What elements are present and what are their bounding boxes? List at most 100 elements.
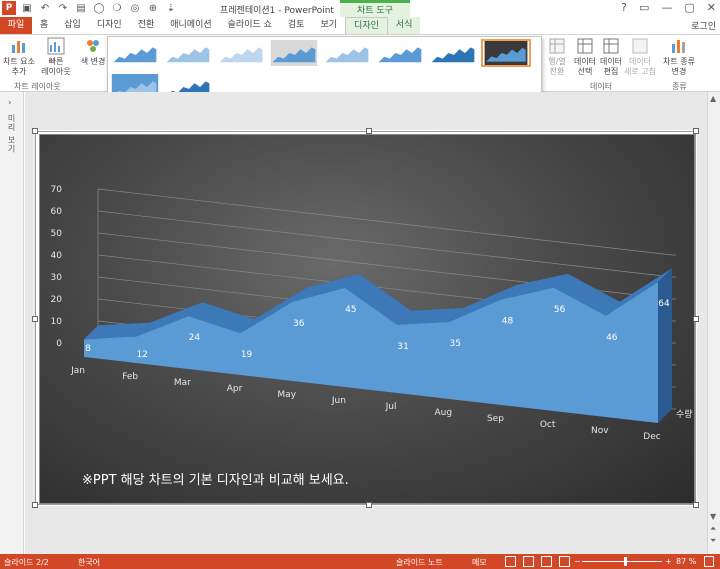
tab-chart-format[interactable]: 서식 [387,17,421,34]
resize-handle-t[interactable] [366,128,372,134]
type-group-label: 종류 [672,82,687,91]
resize-handle-tr[interactable] [693,128,699,134]
quick-layout-icon [47,37,65,55]
resize-handle-b[interactable] [366,502,372,508]
tab-view[interactable]: 보기 [312,17,345,34]
thumbnail-pane-collapsed: › 미리 보기 [0,92,24,554]
chart-selection-frame [35,131,696,505]
reading-view-icon[interactable] [541,556,552,567]
save-icon[interactable]: ▣ [20,1,34,15]
switch-row-column-icon [549,38,565,54]
switch-row-column-label: 행/열 전환 [548,57,566,76]
chart-style-thumb-4[interactable] [269,39,319,67]
comments-button[interactable]: 메모 [472,557,487,568]
chart-style-thumb-5[interactable] [322,39,372,67]
refresh-data-button[interactable]: 데이터 새로 고침 [624,37,656,77]
shape-icon[interactable]: ◯ [92,1,106,15]
customize-qat-icon[interactable]: ⇣ [164,1,178,15]
tab-chart-design[interactable]: 디자인 [345,17,388,34]
tab-file[interactable]: 파일 [0,17,32,34]
slide-sorter-view-icon[interactable] [523,556,534,567]
change-colors-label: 색 변경 [80,57,106,66]
shapes-group-icon[interactable]: ❍ [110,1,124,15]
normal-view-icon[interactable] [505,556,516,567]
tab-home[interactable]: 홈 [32,17,56,34]
refresh-data-icon [632,38,648,54]
change-chart-type-icon [672,40,685,53]
redo-icon[interactable]: ↷ [56,1,70,15]
tab-animations[interactable]: 애니메이션 [162,17,219,34]
maximize-icon[interactable]: ▢ [684,1,694,14]
window-title: 프레젠테이션1 - PowerPoint [220,6,334,16]
resize-handle-l[interactable] [32,316,38,322]
powerpoint-logo-icon: P [2,1,16,15]
palette-icon [87,40,99,52]
chart-style-thumb-1[interactable] [110,39,160,67]
zoom-out-icon[interactable]: − [574,557,581,566]
add-chart-element-label: 차트 요소 추가 [3,57,35,76]
chart-style-thumb-2[interactable] [163,39,213,67]
quick-layout-button[interactable]: 빠른 레이아웃 [38,37,74,77]
ribbon-display-icon[interactable]: ▭ [639,1,649,14]
select-data-icon [577,38,593,54]
vertical-scrollbar[interactable]: ▲ ▼ ⏶ ⏷ [707,92,720,554]
change-chart-type-button[interactable]: 차트 종류 변경 [662,37,696,77]
scroll-up-icon[interactable]: ▲ [710,94,716,103]
shapes-icon[interactable]: ◎ [128,1,142,15]
chart-layouts-group-label: 차트 레이아웃 [14,82,61,91]
status-bar: 슬라이드 2/2 한국어 슬라이드 노트 메모 − + 87 % [0,554,720,569]
change-colors-button[interactable]: 색 변경 [78,37,108,67]
select-data-button[interactable]: 데이터 선택 [572,37,598,77]
zoom-in-icon[interactable]: + [665,557,672,566]
window-controls: ? ▭ — ▢ ✕ [621,1,716,14]
tab-transitions[interactable]: 전환 [130,17,163,34]
undo-icon[interactable]: ↶ [38,1,52,15]
chart-style-thumb-8-selected[interactable] [481,39,531,67]
chart-tools-context-header: 차트 도구 [340,0,410,17]
edit-data-icon [603,38,619,54]
resize-handle-tl[interactable] [32,128,38,134]
fit-to-window-icon[interactable] [704,556,714,567]
add-chart-element-icon [12,41,25,53]
next-slide-icon[interactable]: ⏷ [710,536,716,546]
login-link[interactable]: 로그인 [691,19,716,32]
zoom-level[interactable]: 87 % [676,557,696,566]
change-chart-type-label: 차트 종류 변경 [663,57,695,76]
edit-data-button[interactable]: 데이터 편집 [598,37,624,77]
data-group-label: 데이터 [590,82,613,91]
switch-row-column-button[interactable]: 행/열 전환 [544,37,570,77]
quick-access-toolbar: P ▣ ↶ ↷ ▤ ◯ ❍ ◎ ⊕ ⇣ [2,1,178,15]
add-chart-element-button[interactable]: 차트 요소 추가 [2,37,36,77]
chart-style-thumb-6[interactable] [375,39,425,67]
ribbon-tabs: 파일 홈 삽입 디자인 전환 애니메이션 슬라이드 쇼 검토 보기 디자인 서식 [0,17,720,34]
tab-review[interactable]: 검토 [280,17,313,34]
resize-handle-br[interactable] [693,502,699,508]
tab-insert[interactable]: 삽입 [56,17,89,34]
resize-handle-r[interactable] [693,316,699,322]
chart-style-thumb-7[interactable] [428,39,478,67]
title-bar: P ▣ ↶ ↷ ▤ ◯ ❍ ◎ ⊕ ⇣ 프레젠테이션1 - PowerPoint… [0,0,720,17]
edit-data-label: 데이터 편집 [599,57,623,76]
zoom-slider-thumb[interactable] [624,557,627,566]
slide-counter: 슬라이드 2/2 [4,558,49,567]
language-indicator[interactable]: 한국어 [78,557,100,568]
scroll-down-icon[interactable]: ▼ [710,512,716,521]
previous-slide-icon[interactable]: ⏶ [710,524,716,534]
expand-pane-icon[interactable]: › [8,98,12,108]
refresh-data-label: 데이터 새로 고침 [624,57,656,76]
quick-layout-label: 빠른 레이아웃 [41,57,71,76]
more-shapes-icon[interactable]: ⊕ [146,1,160,15]
tab-design[interactable]: 디자인 [89,17,130,34]
notes-button[interactable]: 슬라이드 노트 [396,557,443,568]
zoom-slider[interactable] [582,561,662,562]
tab-slideshow[interactable]: 슬라이드 쇼 [220,17,280,34]
minimize-icon[interactable]: — [661,1,672,14]
help-icon[interactable]: ? [621,1,627,14]
thumbnail-pane-label[interactable]: 미리 보기 [6,114,17,154]
chart-style-thumb-3[interactable] [216,39,266,67]
select-data-label: 데이터 선택 [573,57,597,76]
resize-handle-bl[interactable] [32,502,38,508]
presentation-icon[interactable]: ▤ [74,1,88,15]
close-icon[interactable]: ✕ [707,1,716,14]
slideshow-view-icon[interactable] [559,556,570,567]
